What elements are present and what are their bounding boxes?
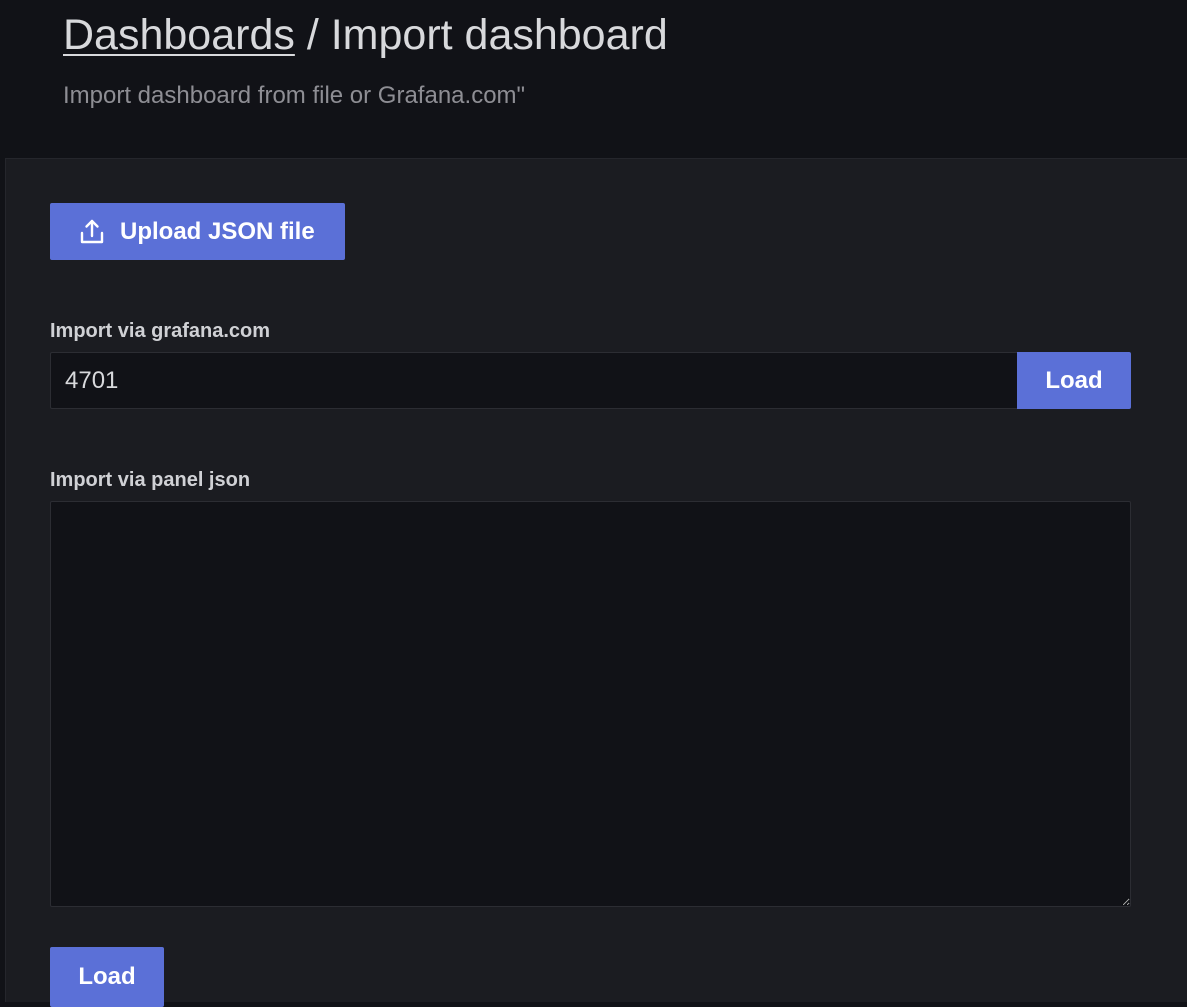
page-subtitle: Import dashboard from file or Grafana.co… [63, 82, 526, 109]
grafana-load-button[interactable]: Load [1017, 352, 1131, 409]
panel-json-textarea[interactable] [50, 501, 1131, 907]
upload-icon [78, 218, 106, 246]
breadcrumb: Dashboards / Import dashboard [63, 10, 668, 60]
breadcrumb-separator: / [294, 11, 331, 59]
grafana-dashboard-id-input[interactable] [50, 352, 1018, 409]
page-header: Dashboards / Import dashboard Import das… [0, 0, 1187, 158]
page-title: Import dashboard [330, 11, 668, 59]
breadcrumb-link-dashboards[interactable]: Dashboards [63, 11, 295, 59]
upload-json-button[interactable]: Upload JSON file [50, 203, 345, 260]
upload-json-button-label: Upload JSON file [120, 217, 315, 245]
import-content-panel: Upload JSON file Import via grafana.com … [5, 158, 1187, 1007]
panel-json-load-button[interactable]: Load [50, 947, 164, 1007]
panel-json-label: Import via panel json [50, 469, 251, 491]
grafana-import-label: Import via grafana.com [50, 320, 271, 342]
